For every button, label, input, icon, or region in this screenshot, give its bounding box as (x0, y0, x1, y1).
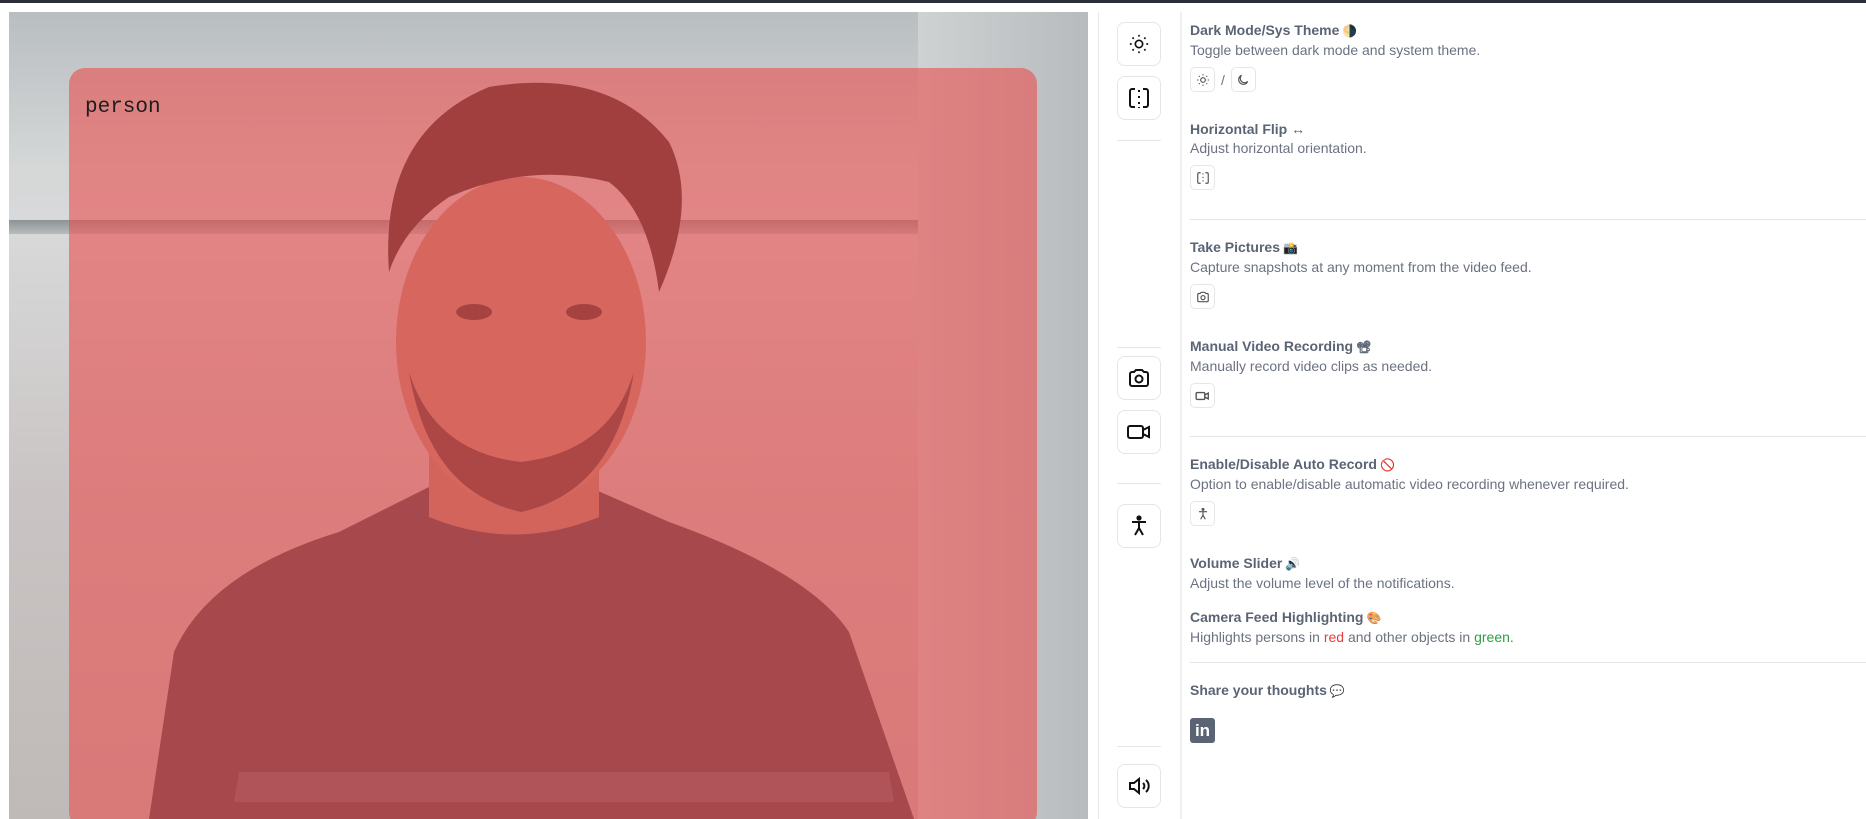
section-title: Take Pictures (1190, 239, 1281, 255)
section-description: Adjust the volume level of the notificat… (1190, 575, 1455, 591)
camera-icon (1129, 369, 1149, 387)
section-theme: Dark Mode/Sys Theme 🌗 Toggle between dark… (1190, 21, 1480, 92)
person-bounding-box (69, 68, 1037, 819)
section-title: Dark Mode/Sys Theme (1190, 22, 1340, 38)
detection-label: person (85, 96, 161, 119)
divider (1190, 436, 1866, 437)
camera-feed: person (9, 12, 1088, 819)
accessibility-icon (1132, 515, 1146, 536)
section-share: Share your thoughts 💬 (1190, 681, 1345, 700)
rail-edge (1180, 12, 1182, 819)
speaker-icon: 🔊 (1285, 557, 1301, 571)
section-title: Volume Slider (1190, 555, 1283, 571)
take-picture-button[interactable] (1117, 356, 1161, 400)
projector-icon: 📽 (1356, 340, 1372, 354)
rail-divider (1117, 140, 1161, 141)
section-title: Horizontal Flip ↔ (1190, 121, 1306, 137)
flip-button-small[interactable] (1190, 165, 1215, 190)
section-autorecord: Enable/Disable Auto Record 🚫 Option to en… (1190, 455, 1629, 526)
flip-icon (1129, 88, 1149, 108)
desc-text: . (1509, 629, 1514, 645)
section-volume: Volume Slider 🔊 Adjust the volume level o… (1190, 554, 1455, 592)
section-recording: Manual Video Recording 📽 Manually record … (1190, 337, 1432, 408)
accessibility-icon (1198, 507, 1207, 520)
record-video-button-small[interactable] (1190, 383, 1215, 408)
divider (1190, 219, 1866, 220)
section-description: Toggle between dark mode and system them… (1190, 42, 1481, 58)
section-flip: Horizontal Flip ↔ Adjust horizontal orie… (1190, 120, 1367, 190)
sun-icon (1129, 34, 1149, 54)
feature-panel: Dark Mode/Sys Theme 🌗 Toggle between dark… (1190, 0, 1866, 819)
rail-divider (1117, 746, 1161, 747)
camera-icon (1196, 291, 1209, 302)
theme-toggle-button[interactable] (1117, 22, 1161, 66)
volume-button[interactable] (1117, 764, 1161, 808)
section-description: Adjust horizontal orientation. (1190, 140, 1367, 156)
section-description: Capture snapshots at any moment from the… (1190, 259, 1532, 275)
take-picture-button-small[interactable] (1190, 284, 1215, 309)
section-title: Share your thoughts (1190, 682, 1327, 698)
section-highlighting: Camera Feed Highlighting 🎨 Highlights per… (1190, 608, 1514, 646)
section-description: Manually record video clips as needed. (1190, 358, 1433, 374)
flip-button[interactable] (1117, 76, 1161, 120)
green-word: green (1474, 629, 1510, 645)
video-icon (1195, 391, 1209, 400)
volume-icon (1129, 776, 1150, 796)
sun-icon (1196, 73, 1209, 86)
section-title: Manual Video Recording (1190, 338, 1354, 354)
moon-icon (1238, 74, 1249, 85)
theme-controls: / (1190, 67, 1480, 92)
section-title: Camera Feed Highlighting (1190, 609, 1364, 625)
desc-text: Highlights persons in (1190, 629, 1324, 645)
camera-flash-icon: 📸 (1283, 241, 1298, 255)
section-description: Highlights persons in red and other obje… (1190, 628, 1514, 646)
half-moon-icon: 🌗 (1342, 24, 1358, 38)
rail-divider (1117, 483, 1161, 484)
flip-icon (1196, 171, 1209, 184)
divider (1190, 662, 1866, 663)
section-pictures: Take Pictures 📸 Capture snapshots at any … (1190, 238, 1532, 309)
rail-divider (1117, 347, 1161, 348)
red-word: red (1323, 629, 1345, 645)
palette-icon: 🎨 (1366, 611, 1382, 625)
dark-mode-button[interactable] (1230, 67, 1256, 92)
auto-record-toggle-small[interactable] (1190, 501, 1215, 526)
section-title: Enable/Disable Auto Record (1190, 456, 1377, 472)
desc-text: and other objects in (1344, 629, 1475, 645)
control-rail (1098, 12, 1181, 819)
prohibited-icon: 🚫 (1379, 458, 1395, 472)
auto-record-toggle-button[interactable] (1117, 504, 1161, 548)
record-video-button[interactable] (1117, 410, 1161, 454)
video-icon (1127, 425, 1150, 439)
light-mode-button[interactable] (1190, 67, 1215, 92)
theme-separator: / (1221, 71, 1225, 88)
linkedin-icon[interactable]: in (1190, 718, 1215, 743)
section-description: Option to enable/disable automatic video… (1190, 476, 1629, 492)
speech-bubble-icon: 💬 (1329, 684, 1345, 698)
